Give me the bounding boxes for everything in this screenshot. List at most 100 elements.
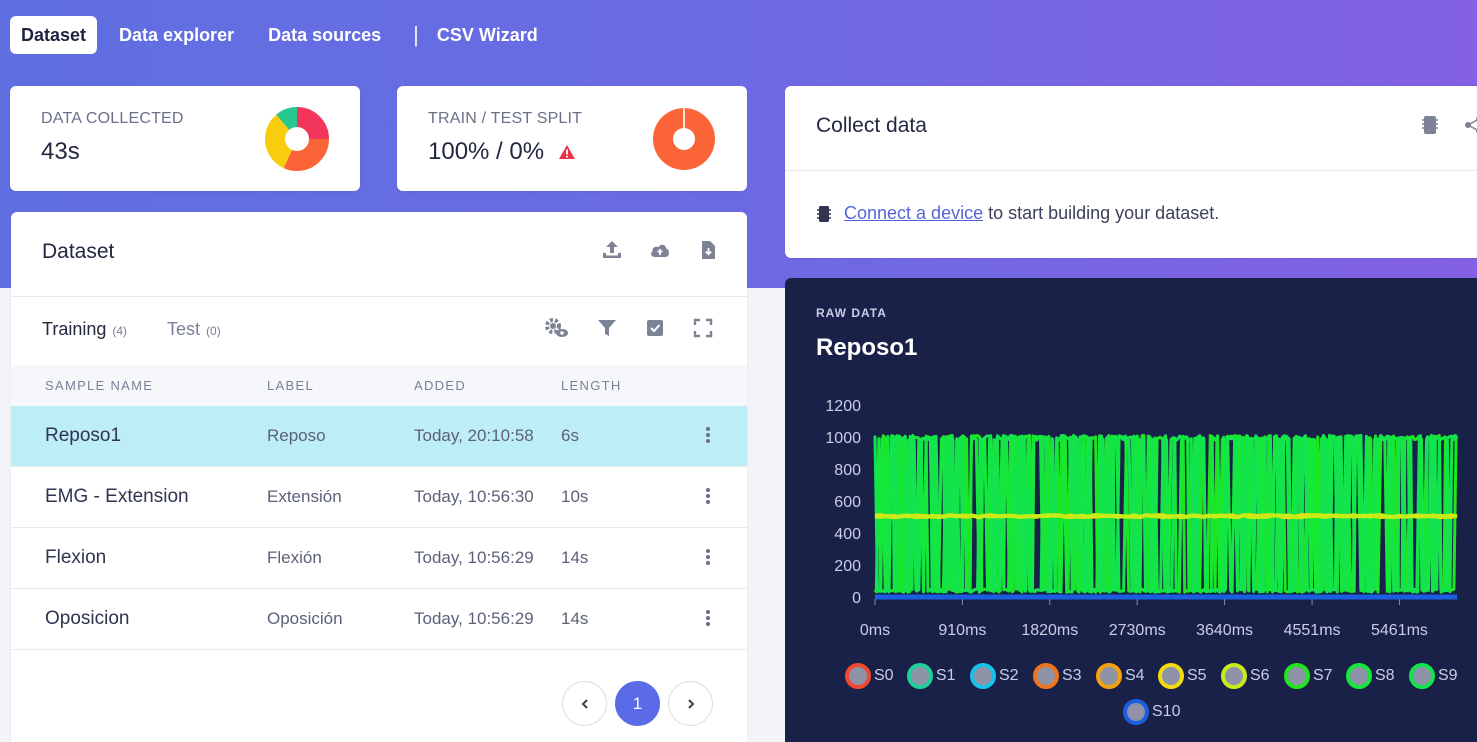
tab-test-label: Test <box>167 319 201 339</box>
legend-label: S1 <box>936 667 956 684</box>
y-tick-label: 0 <box>852 590 861 607</box>
collect-message-text: to start building your dataset. <box>988 203 1220 223</box>
col-sample-name[interactable]: SAMPLE NAME <box>45 378 153 393</box>
pie-divider <box>683 108 685 128</box>
nav-separator: | <box>413 22 419 47</box>
legend-label: S4 <box>1125 667 1145 684</box>
legend-item-s2[interactable]: S2 <box>970 663 1019 689</box>
legend-item-s6[interactable]: S6 <box>1221 663 1270 689</box>
legend-item-s1[interactable]: S1 <box>907 663 956 689</box>
legend-item-s9[interactable]: S9 <box>1409 663 1458 689</box>
tab-test-count: (0) <box>206 324 221 338</box>
sample-added: Today, 10:56:29 <box>414 609 534 628</box>
x-tick-label: 910ms <box>938 622 986 639</box>
top-nav: Dataset Data explorer Data sources | CSV… <box>10 16 555 54</box>
device-icon <box>817 205 831 222</box>
sample-length: 14s <box>561 548 589 567</box>
legend-label: S9 <box>1438 667 1458 684</box>
collect-data-title: Collect data <box>816 114 927 137</box>
table-row[interactable]: Flexion Flexión Today, 10:56:29 14s <box>11 528 747 589</box>
legend-item-s5[interactable]: S5 <box>1158 663 1207 689</box>
more-icon[interactable] <box>705 426 711 444</box>
sample-label: Flexión <box>267 548 322 567</box>
sample-added: Today, 10:56:30 <box>414 487 534 506</box>
legend-label: S3 <box>1062 667 1082 684</box>
x-tick-label: 1820ms <box>1021 622 1078 639</box>
x-tick-label: 3640ms <box>1196 622 1253 639</box>
download-file-icon[interactable] <box>697 239 719 261</box>
legend-swatch <box>970 663 996 689</box>
tab-training-count: (4) <box>112 324 128 338</box>
device-icon[interactable] <box>1421 114 1439 136</box>
sample-added: Today, 10:56:29 <box>414 548 534 567</box>
legend-swatch <box>845 663 871 689</box>
filter-icon[interactable] <box>596 317 618 339</box>
more-icon[interactable] <box>705 487 711 505</box>
sample-label: Reposo <box>267 426 326 445</box>
tab-dataset[interactable]: Dataset <box>10 16 98 54</box>
warning-icon <box>559 145 576 159</box>
legend-swatch <box>1158 663 1184 689</box>
settings-view-icon[interactable] <box>542 317 570 339</box>
x-tick-label: 4551ms <box>1284 622 1341 639</box>
sample-length: 6s <box>561 426 579 445</box>
split-text: 100% / 0% <box>428 138 545 165</box>
more-icon[interactable] <box>705 548 711 566</box>
legend-swatch <box>907 663 933 689</box>
split-pie <box>653 108 715 170</box>
table-row[interactable]: Reposo1 Reposo Today, 20:10:58 6s <box>11 406 747 467</box>
x-tick-label: 5461ms <box>1371 622 1428 639</box>
pie-hole <box>673 128 695 150</box>
legend-item-s4[interactable]: S4 <box>1096 663 1145 689</box>
cloud-upload-icon[interactable] <box>649 239 671 261</box>
col-length[interactable]: LENGTH <box>561 378 622 393</box>
tab-data-sources[interactable]: Data sources <box>251 16 398 54</box>
prev-page-button[interactable] <box>562 681 607 726</box>
collect-data-card: Collect data Connect a device to start b… <box>785 86 1477 258</box>
upload-icon[interactable] <box>601 239 623 261</box>
x-tick-label: 2730ms <box>1109 622 1166 639</box>
sample-label: Extensión <box>267 487 342 506</box>
legend-label: S2 <box>999 667 1019 684</box>
expand-icon[interactable] <box>692 317 714 339</box>
legend-item-s8[interactable]: S8 <box>1346 663 1395 689</box>
legend-label: S6 <box>1250 667 1270 684</box>
select-checkbox-icon[interactable] <box>644 317 666 339</box>
legend-item-s0[interactable]: S0 <box>845 663 894 689</box>
raw-data-chart: 0 200 400 600 800 1000 1200 0ms 910ms 1820ms 2730m… <box>825 398 1459 639</box>
legend-item-s3[interactable]: S3 <box>1033 663 1082 689</box>
y-tick-label: 600 <box>834 494 861 511</box>
tab-data-explorer[interactable]: Data explorer <box>102 16 251 54</box>
raw-data-panel: RAW DATA Reposo1 0 200 400 600 800 1000 1200 0m… <box>785 278 1477 742</box>
data-collected-text: 43s <box>41 138 80 165</box>
data-collected-value: 43s <box>41 138 80 166</box>
tab-csv-wizard[interactable]: CSV Wizard <box>434 16 555 54</box>
legend-item-s10[interactable]: S10 <box>1123 699 1180 725</box>
legend-label: S10 <box>1152 703 1181 720</box>
col-label[interactable]: LABEL <box>267 378 314 393</box>
data-collected-label: DATA COLLECTED <box>41 110 184 127</box>
y-tick-label: 1000 <box>825 430 861 447</box>
y-tick-label: 1200 <box>825 398 861 415</box>
legend-label: S7 <box>1313 667 1333 684</box>
train-test-split-card: TRAIN / TEST SPLIT 100% / 0% <box>397 86 747 191</box>
legend-label: S8 <box>1375 667 1395 684</box>
page-button-current[interactable]: 1 <box>615 681 660 726</box>
connect-device-link[interactable]: Connect a device <box>844 203 983 224</box>
legend-item-s7[interactable]: S7 <box>1284 663 1333 689</box>
sample-length: 14s <box>561 609 589 628</box>
sample-added: Today, 20:10:58 <box>414 426 534 445</box>
table-row[interactable]: Oposicion Oposición Today, 10:56:29 14s <box>11 589 747 650</box>
data-collected-pie <box>265 107 329 171</box>
pagination: 1 <box>562 681 713 726</box>
sample-label: Oposición <box>267 609 343 628</box>
col-added[interactable]: ADDED <box>414 378 466 393</box>
next-page-button[interactable] <box>668 681 713 726</box>
table-row[interactable]: EMG - Extension Extensión Today, 10:56:3… <box>11 467 747 528</box>
tab-test[interactable]: Test (0) <box>167 319 221 340</box>
tab-training[interactable]: Training (4) <box>42 319 127 340</box>
dataset-card: Dataset Training (4) Test (0) SAMPLE NAME … <box>11 212 747 742</box>
more-icon[interactable] <box>705 609 711 627</box>
y-tick-label: 200 <box>834 558 861 575</box>
share-icon[interactable] <box>1464 115 1477 135</box>
